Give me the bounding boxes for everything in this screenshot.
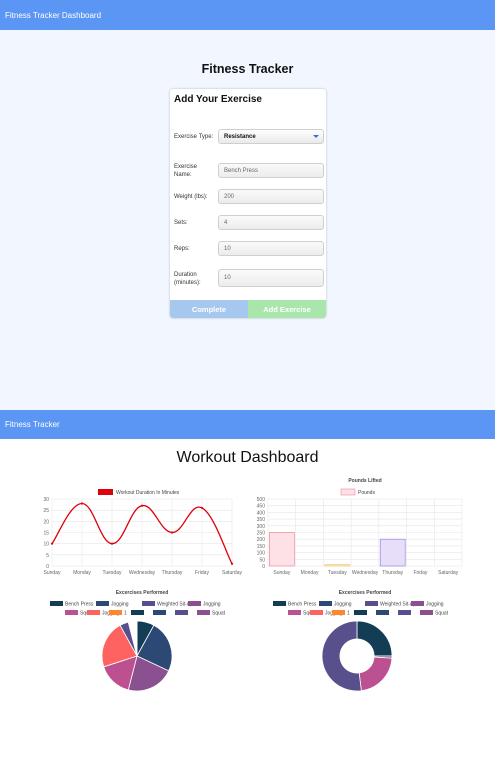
bar [269, 532, 295, 567]
data-point [50, 542, 54, 545]
legend-swatch [398, 610, 411, 615]
legend-swatch [420, 610, 433, 615]
x-tick-label: Wednesday [129, 570, 156, 576]
legend-swatch [96, 601, 109, 606]
legend-label: Squat [435, 611, 449, 617]
x-tick-label: Sunday [44, 570, 61, 576]
legend-swatch [109, 610, 122, 615]
x-tick-label: Thursday [382, 570, 403, 576]
data-point [200, 506, 204, 510]
legend-swatch [65, 610, 78, 615]
chart-title: Excercises Performed [339, 590, 392, 596]
legend-swatch [188, 601, 201, 606]
legend-label: Bench Press [65, 602, 94, 608]
dashboard-charts: 0 5 10 15 20 25 30 Sunday Monday Tuesday Wednesday… [43, 478, 463, 692]
legend-swatch [50, 601, 63, 606]
legend-swatch [98, 489, 113, 495]
y-tick-label: 5 [46, 553, 49, 559]
legend-swatch [87, 610, 100, 615]
y-tick-label: 0 [262, 564, 265, 570]
y-tick-label: 15 [43, 531, 49, 537]
legend-swatch [365, 601, 378, 606]
legend-swatch [319, 601, 332, 606]
donut-hole [339, 638, 375, 674]
legend-swatch [288, 610, 301, 615]
y-tick-label: 300 [257, 524, 266, 530]
y-tick-label: 30 [43, 497, 49, 503]
chart-title: Excercises Performed [116, 590, 169, 596]
data-point [170, 531, 174, 534]
x-tick-label: Friday [413, 570, 427, 576]
x-tick-label: Monday [301, 570, 319, 576]
legend-swatch [332, 610, 345, 615]
data-point [230, 562, 234, 565]
legend-label: Jogging [203, 602, 221, 608]
bar [379, 538, 406, 567]
bar [324, 564, 351, 567]
x-tick-label: Thursday [162, 570, 183, 576]
x-tick-label: Monday [73, 570, 91, 576]
legend-label: 1 [347, 611, 350, 617]
y-tick-label: 150 [257, 544, 266, 550]
y-tick-label: 200 [257, 537, 266, 543]
legend-label: Bench Press [288, 602, 317, 608]
legend-swatch [376, 610, 389, 615]
y-tick-label: 50 [259, 557, 265, 563]
legend-label: Jogging [334, 602, 352, 608]
legend-swatch [175, 610, 188, 615]
legend-swatch [310, 610, 323, 615]
legend-label: 1 [124, 611, 127, 617]
legend-swatch [131, 610, 144, 615]
legend-label: Workout Duration In Minutes [116, 490, 180, 496]
data-point [140, 504, 144, 507]
y-tick-label: 250 [257, 531, 266, 537]
chart-title: Pounds Lifted [348, 478, 381, 484]
y-tick-label: 20 [43, 519, 49, 525]
x-tick-label: Friday [195, 570, 209, 576]
y-tick-label: 350 [257, 517, 266, 523]
legend-swatch [273, 601, 286, 606]
data-point [110, 542, 114, 545]
legend-label: Pounds [358, 490, 375, 496]
legend-swatch [340, 488, 356, 496]
legend-label: Jogging [111, 602, 129, 608]
y-tick-label: 500 [257, 497, 266, 503]
legend-label: Jogging [426, 602, 444, 608]
legend-swatch [197, 610, 210, 615]
y-tick-label: 400 [257, 510, 266, 516]
y-tick-label: 25 [43, 508, 49, 514]
x-tick-label: Saturday [438, 570, 459, 576]
legend-swatch [354, 610, 367, 615]
legend-swatch [142, 601, 155, 606]
y-tick-label: 450 [257, 504, 266, 510]
legend-label: Squat [212, 611, 226, 617]
x-tick-label: Wednesday [352, 570, 379, 576]
x-tick-label: Sunday [273, 570, 290, 576]
y-tick-label: 100 [257, 551, 266, 557]
y-tick-label: 10 [43, 542, 49, 548]
data-point [80, 502, 84, 505]
legend-swatch [411, 601, 424, 606]
x-tick-label: Tuesday [328, 570, 347, 576]
x-tick-label: Saturday [222, 570, 243, 576]
legend-swatch [153, 610, 166, 615]
x-tick-label: Tuesday [103, 570, 122, 576]
